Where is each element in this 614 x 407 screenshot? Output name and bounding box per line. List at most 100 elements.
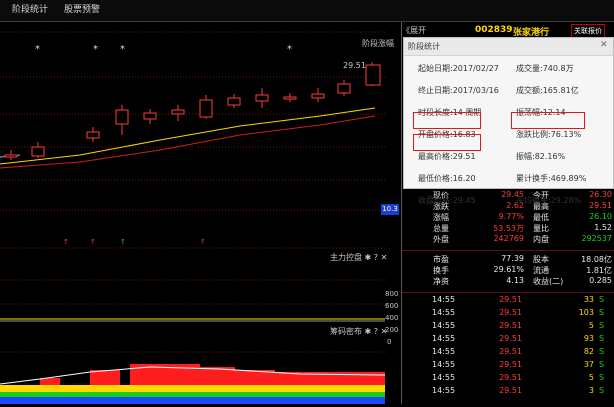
tick-time: 14:55	[432, 360, 456, 369]
tick-volume: 3	[588, 386, 594, 395]
quote-label: 股本	[533, 255, 549, 264]
svg-text:↑: ↑	[200, 238, 206, 246]
quote-label: 净资	[433, 277, 449, 286]
popup-stat: 成交额:165.81亿	[516, 86, 579, 95]
popup-stat-value: 29.45	[452, 196, 476, 205]
ma-line-yellow	[0, 107, 376, 165]
close-icon[interactable]: ✕	[600, 40, 608, 50]
svg-text:↑: ↑	[90, 238, 96, 246]
axis-tick: 400	[385, 314, 399, 322]
tick-price: 29.51	[499, 321, 522, 330]
popup-stat-value: 16.20	[452, 174, 476, 183]
quote-label: 流通	[533, 266, 549, 275]
top-tab-bar: 阶段统计 股票预警	[0, 0, 614, 22]
popup-stat-value: 2017/03/16	[452, 86, 499, 95]
tick-direction: S	[599, 373, 605, 382]
popup-stat-label: 成交额	[516, 86, 540, 95]
tick-direction: S	[599, 334, 605, 343]
tick-row: 14:55 29.51 37 S	[402, 360, 614, 372]
popup-stat-label: 收盘价格	[418, 196, 450, 205]
popup-stat: 最高价格:29.51	[418, 152, 476, 161]
settings-icon[interactable]: ✱	[365, 253, 372, 262]
svg-text:↑: ↑	[120, 238, 126, 246]
tick-row: 14:55 29.51 5 S	[402, 321, 614, 333]
quote-value: 0.285	[589, 276, 612, 285]
tick-row: 14:55 29.51 5 S	[402, 373, 614, 385]
tab-stock-alert[interactable]: 股票预警	[58, 3, 106, 18]
popup-stat-value: 165.81亿	[542, 86, 579, 95]
popup-stat: 累计换手:469.89%	[516, 174, 587, 183]
tick-price: 29.51	[499, 347, 522, 356]
help-icon[interactable]: ?	[374, 327, 378, 336]
tick-price: 29.51	[499, 373, 522, 382]
quote-value: 4.13	[506, 276, 524, 285]
popup-stat-value: 740.8万	[542, 64, 574, 73]
star-marker: *	[287, 44, 292, 55]
popup-stat: 振幅:82.16%	[516, 152, 566, 161]
stage-stats-popup: 阶段统计 ✕ 起始日期:2017/02/27 成交量:740.8万 终止日期:201…	[403, 37, 614, 205]
tick-time: 14:55	[432, 347, 456, 356]
quote-value: 29.61%	[493, 265, 524, 274]
quote-label: 市盈	[433, 255, 449, 264]
popup-header[interactable]: 阶段统计 ✕	[404, 38, 613, 56]
tick-price: 29.51	[499, 308, 522, 317]
popup-stat-label: 振幅	[516, 152, 532, 161]
tick-volume: 5	[588, 321, 594, 330]
popup-stat: 收盘价格:29.45	[418, 196, 476, 205]
quote-label: 总量	[433, 224, 449, 233]
popup-stat-value: 2017/02/27	[452, 64, 499, 73]
tab-stage-stats[interactable]: 阶段统计	[6, 3, 54, 18]
popup-stat: 最低价格:16.20	[418, 174, 476, 183]
quote-label: 内盘	[533, 235, 549, 244]
quote-value: 1.81亿	[586, 266, 612, 275]
popup-stat: 终止日期:2017/03/16	[418, 86, 499, 95]
tick-price: 29.51	[499, 295, 522, 304]
star-marker: *	[120, 44, 125, 55]
highlight-box-high	[413, 134, 481, 151]
tick-price: 29.51	[499, 386, 522, 395]
popup-stat: 平均换手:29.28%	[516, 196, 582, 205]
close-icon[interactable]: ✕	[381, 327, 388, 336]
tick-volume: 33	[583, 295, 594, 304]
tick-time: 14:55	[432, 386, 456, 395]
indicator1-header: 主力控盘 ✱ ? ✕	[330, 252, 387, 264]
indicator-bars	[0, 364, 386, 404]
tick-row: 14:55 29.51 82 S	[402, 347, 614, 359]
indicator1-title[interactable]: 主力控盘	[330, 253, 362, 262]
tick-direction: S	[599, 360, 605, 369]
collapse-button[interactable]: 《展开	[402, 25, 426, 36]
popup-stat-label: 成交量	[516, 64, 540, 73]
quote-value: 53.53万	[493, 224, 524, 233]
tick-list[interactable]: 14:55 29.51 33 S 14:55 29.51 103 S 14:55 29.51 5 S 1…	[402, 294, 614, 404]
kline-chart-svg: * * * * ↑ ↑ ↑ ↑	[0, 31, 386, 404]
star-marker: *	[35, 44, 40, 55]
tick-direction: S	[599, 386, 605, 395]
price-marker: 29.51	[343, 61, 366, 70]
quote-value: 292537	[581, 234, 612, 243]
help-icon[interactable]: ?	[374, 253, 378, 262]
indicator2-title[interactable]: 筹码密布	[330, 327, 362, 336]
tick-volume: 82	[583, 347, 594, 356]
stock-code: 002839	[475, 25, 513, 35]
related-quote-button[interactable]: 关联报价	[571, 24, 605, 38]
tick-volume: 37	[583, 360, 594, 369]
tick-row: 14:55 29.51 93 S	[402, 334, 614, 346]
popup-stat: 起始日期:2017/02/27	[418, 64, 499, 73]
quote-label: 收益(二)	[533, 277, 564, 286]
popup-stat-value: 29.51	[452, 152, 476, 161]
tick-time: 14:55	[432, 308, 456, 317]
close-icon[interactable]: ✕	[381, 253, 388, 262]
popup-stat-value: 29.28%	[550, 196, 582, 205]
quote-label: 最低	[533, 213, 549, 222]
quote-label: 换手	[433, 266, 449, 275]
quote-label: 外盘	[433, 235, 449, 244]
quote-block-2: 市盈 77.39 股本 18.08亿 换手 29.61% 流通 1.81亿 净资 4.13 收益(二…	[402, 252, 614, 292]
quote-value: 9.77%	[498, 212, 524, 221]
tick-direction: S	[599, 321, 605, 330]
settings-icon[interactable]: ✱	[365, 327, 372, 336]
kline-chart-area[interactable]: * * * * ↑ ↑ ↑ ↑ 阶段涨幅 29.51 10.3 800 600 …	[0, 22, 400, 404]
highlight-box-open	[413, 112, 481, 129]
popup-stat-label: 涨跌比例	[516, 130, 548, 139]
popup-title: 阶段统计	[408, 42, 440, 51]
popup-stat-label: 最低价格	[418, 174, 450, 183]
